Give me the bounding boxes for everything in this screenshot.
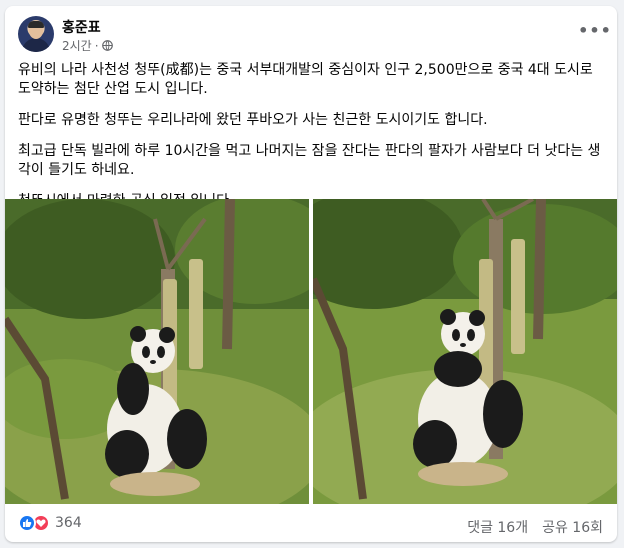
panda-image-1 — [5, 199, 309, 504]
panda-photo-2[interactable] — [313, 199, 617, 504]
shares-count[interactable]: 공유 16회 — [542, 517, 603, 537]
engagement-stats: 댓글 16개 공유 16회 — [467, 517, 603, 537]
avatar-hair — [28, 21, 44, 28]
post-paragraph-1: 유비의 나라 사천성 청뚜(成都)는 중국 서부대개발의 중심이자 인구 2,5… — [18, 62, 593, 97]
avatar-suit — [22, 38, 50, 52]
reaction-count: 364 — [55, 515, 82, 531]
post-paragraph-2: 판다로 유명한 청뚜는 우리나라에 왔던 푸바오가 사는 친근한 도시이기도 합… — [18, 112, 488, 128]
more-options-icon[interactable]: ••• — [578, 20, 611, 40]
author-avatar[interactable] — [18, 16, 54, 52]
meta-separator: · — [94, 38, 99, 53]
globe-icon[interactable] — [101, 40, 113, 51]
like-icon — [18, 514, 36, 532]
post-footer: 364 댓글 16개 공유 16회 — [5, 504, 617, 542]
post-meta: 2시간 · — [62, 37, 113, 54]
photo-grid — [5, 199, 617, 504]
post-time[interactable]: 2시간 — [62, 37, 92, 54]
panda-image-2 — [313, 199, 617, 504]
author-name[interactable]: 홍준표 — [62, 17, 101, 37]
reactions-summary[interactable]: 364 — [18, 514, 82, 532]
panda-photo-1[interactable] — [5, 199, 309, 504]
comments-count[interactable]: 댓글 16개 — [467, 517, 528, 537]
post-card: 홍준표 2시간 · ••• 유비의 나라 사천성 청뚜(成都)는 중국 서부대개… — [5, 6, 617, 542]
post-header: 홍준표 2시간 · ••• — [5, 6, 617, 58]
post-paragraph-3: 최고급 단독 빌라에 하루 10시간을 먹고 나머지는 잠을 잔다는 판다의 팔… — [18, 143, 601, 178]
